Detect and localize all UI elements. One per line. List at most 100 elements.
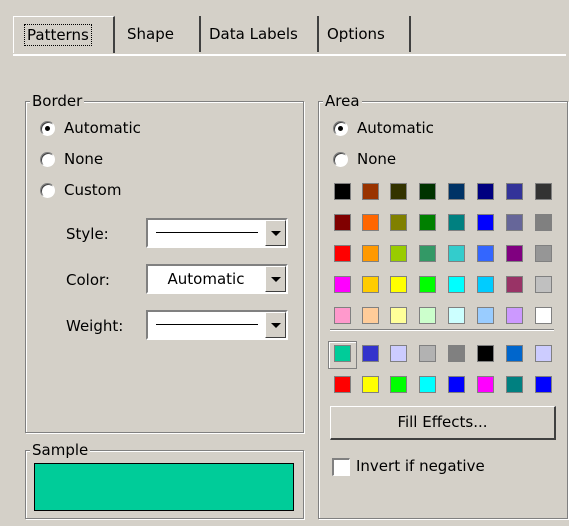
color-swatch[interactable] — [506, 183, 523, 200]
area-none-label: None — [357, 150, 397, 168]
color-swatch[interactable] — [419, 276, 436, 293]
sample-legend: Sample — [30, 441, 91, 459]
color-swatch[interactable] — [390, 183, 407, 200]
color-swatch[interactable] — [506, 245, 523, 262]
color-swatch[interactable] — [334, 276, 351, 293]
invert-if-negative-checkbox[interactable] — [332, 458, 350, 476]
color-swatch[interactable] — [506, 276, 523, 293]
color-swatch[interactable] — [477, 345, 494, 362]
color-swatch[interactable] — [362, 276, 379, 293]
tab-divider — [13, 54, 566, 56]
radio-selected-icon — [333, 120, 348, 136]
color-dropdown[interactable]: Automatic — [146, 264, 288, 294]
color-label: Color: — [66, 271, 110, 289]
color-swatch[interactable] — [390, 276, 407, 293]
color-swatch[interactable] — [390, 214, 407, 231]
chevron-down-icon[interactable] — [265, 312, 286, 338]
color-swatch[interactable] — [506, 307, 523, 324]
line-style-preview — [156, 232, 258, 233]
color-swatch[interactable] — [362, 345, 379, 362]
radio-unselected-icon — [40, 182, 55, 198]
tab-shape[interactable]: Shape — [117, 16, 201, 52]
color-swatch[interactable] — [448, 245, 465, 262]
color-swatch[interactable] — [419, 183, 436, 200]
line-weight-preview — [156, 324, 258, 325]
tab-patterns-label: Patterns — [24, 24, 92, 46]
color-swatch[interactable] — [362, 245, 379, 262]
sample-preview — [34, 463, 294, 511]
color-swatch[interactable] — [535, 276, 552, 293]
color-swatch[interactable] — [535, 376, 552, 393]
style-dropdown[interactable] — [146, 218, 288, 248]
area-automatic-label: Automatic — [357, 119, 434, 137]
color-swatch[interactable] — [506, 214, 523, 231]
color-swatch[interactable] — [334, 245, 351, 262]
color-swatch[interactable] — [419, 345, 436, 362]
area-automatic-radio[interactable]: Automatic — [333, 119, 434, 137]
color-swatch[interactable] — [419, 214, 436, 231]
color-swatch[interactable] — [334, 183, 351, 200]
color-swatch[interactable] — [477, 307, 494, 324]
color-swatch[interactable] — [535, 307, 552, 324]
color-swatch[interactable] — [506, 376, 523, 393]
color-swatch[interactable] — [506, 345, 523, 362]
color-value: Automatic — [167, 270, 245, 288]
color-swatch[interactable] — [390, 307, 407, 324]
border-none-radio[interactable]: None — [40, 150, 103, 168]
border-custom-label: Custom — [64, 181, 122, 199]
tab-options-label: Options — [327, 25, 385, 43]
radio-unselected-icon — [333, 151, 348, 167]
color-swatch[interactable] — [390, 245, 407, 262]
border-legend: Border — [30, 92, 85, 110]
color-swatch[interactable] — [362, 307, 379, 324]
color-swatch[interactable] — [362, 183, 379, 200]
weight-label: Weight: — [66, 317, 124, 335]
fill-effects-button[interactable]: Fill Effects... — [330, 406, 556, 440]
color-swatch[interactable] — [419, 245, 436, 262]
color-swatch[interactable] — [448, 276, 465, 293]
border-automatic-radio[interactable]: Automatic — [40, 119, 141, 137]
color-swatch[interactable] — [334, 345, 351, 362]
color-swatch[interactable] — [477, 183, 494, 200]
tab-data-labels-label: Data Labels — [209, 25, 298, 43]
color-swatch[interactable] — [334, 214, 351, 231]
color-swatch[interactable] — [535, 183, 552, 200]
area-legend: Area — [323, 92, 362, 110]
color-swatch[interactable] — [535, 214, 552, 231]
color-swatch[interactable] — [390, 376, 407, 393]
color-swatch[interactable] — [419, 307, 436, 324]
color-swatch[interactable] — [448, 307, 465, 324]
color-swatch[interactable] — [448, 376, 465, 393]
color-swatch[interactable] — [362, 214, 379, 231]
chevron-down-icon[interactable] — [265, 266, 286, 292]
color-swatch[interactable] — [334, 376, 351, 393]
tab-options[interactable]: Options — [317, 16, 411, 52]
color-swatch[interactable] — [448, 183, 465, 200]
chevron-down-icon[interactable] — [265, 220, 286, 246]
color-swatch[interactable] — [477, 214, 494, 231]
color-swatch[interactable] — [448, 345, 465, 362]
weight-dropdown[interactable] — [146, 310, 288, 340]
color-swatch[interactable] — [362, 376, 379, 393]
palette-divider — [330, 329, 554, 331]
area-none-radio[interactable]: None — [333, 150, 396, 168]
format-data-series-dialog: Patterns Shape Data Labels Options Borde… — [0, 0, 569, 526]
tab-shape-label: Shape — [127, 25, 174, 43]
color-swatch[interactable] — [390, 345, 407, 362]
border-none-label: None — [64, 150, 104, 168]
color-swatch[interactable] — [477, 376, 494, 393]
radio-unselected-icon — [40, 151, 55, 167]
color-swatch[interactable] — [535, 245, 552, 262]
color-swatch[interactable] — [448, 214, 465, 231]
radio-selected-icon — [40, 120, 55, 136]
color-swatch[interactable] — [419, 376, 436, 393]
style-label: Style: — [66, 225, 109, 243]
color-swatch[interactable] — [334, 307, 351, 324]
invert-if-negative-label: Invert if negative — [356, 457, 485, 475]
color-swatch[interactable] — [477, 276, 494, 293]
border-custom-radio[interactable]: Custom — [40, 181, 121, 199]
color-swatch[interactable] — [477, 245, 494, 262]
tab-data-labels[interactable]: Data Labels — [199, 16, 319, 52]
tab-patterns[interactable]: Patterns — [13, 16, 115, 53]
color-swatch[interactable] — [535, 345, 552, 362]
